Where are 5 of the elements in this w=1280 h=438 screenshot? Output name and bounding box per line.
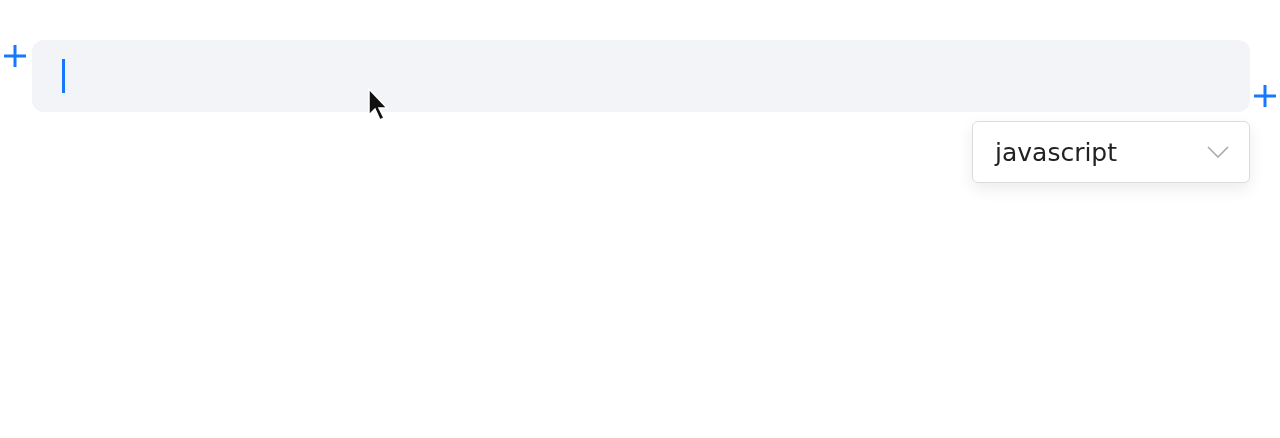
plus-icon[interactable] [3, 44, 27, 68]
chevron-down-icon [1207, 146, 1229, 158]
plus-icon[interactable] [1253, 84, 1277, 108]
language-select[interactable]: javascript [972, 121, 1250, 183]
language-value: javascript [995, 137, 1118, 167]
